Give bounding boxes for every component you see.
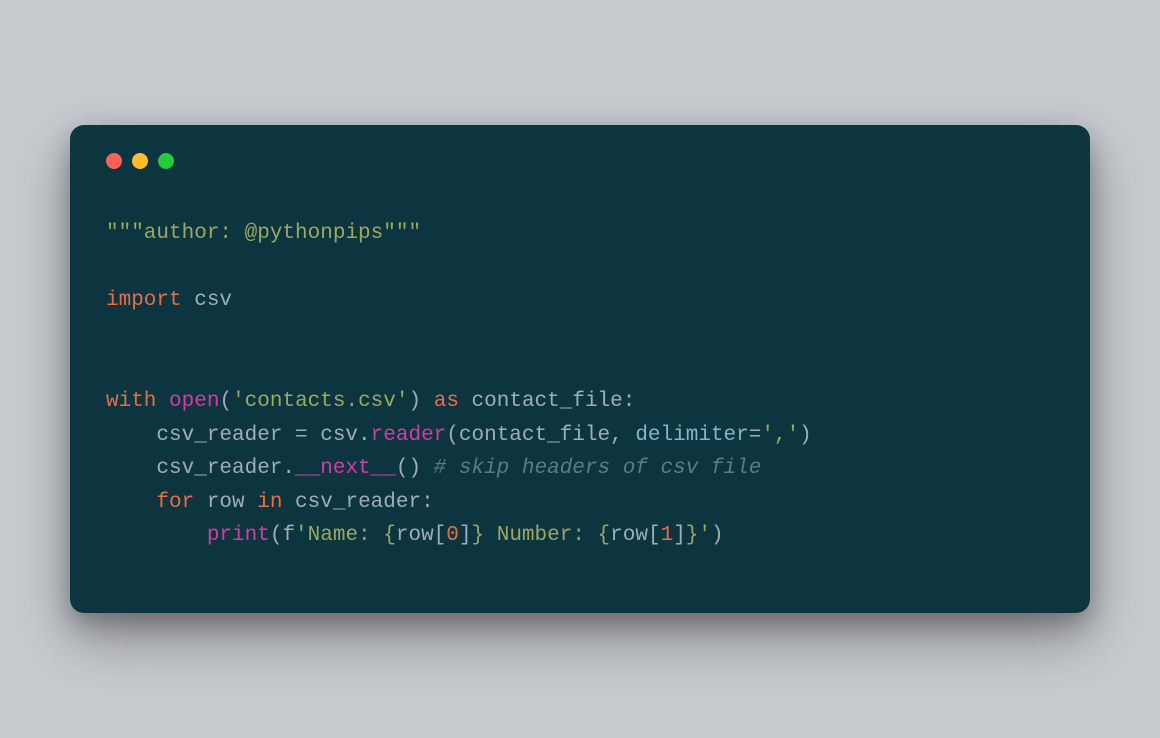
code-docstring: """author: @pythonpips""" bbox=[106, 222, 421, 245]
str-delimiter: ',' bbox=[761, 424, 799, 447]
var-contact-file: contact_file: bbox=[459, 390, 635, 413]
close-icon[interactable] bbox=[106, 153, 122, 169]
mod-csv: csv bbox=[182, 289, 232, 312]
code-window: """author: @pythonpips""" import csv wit… bbox=[70, 125, 1090, 613]
param-delimiter: delimiter bbox=[635, 424, 748, 447]
str-filename: 'contacts.csv' bbox=[232, 390, 408, 413]
kw-import: import bbox=[106, 289, 182, 312]
code-block: """author: @pythonpips""" import csv wit… bbox=[106, 217, 1054, 553]
traffic-lights bbox=[106, 153, 1054, 169]
minimize-icon[interactable] bbox=[132, 153, 148, 169]
num-1: 1 bbox=[661, 524, 674, 547]
fn-open: open bbox=[169, 390, 219, 413]
fn-print: print bbox=[207, 524, 270, 547]
kw-with: with bbox=[106, 390, 156, 413]
kw-as: as bbox=[434, 390, 459, 413]
comment-skip-headers: # skip headers of csv file bbox=[434, 457, 762, 480]
fn-reader: reader bbox=[371, 424, 447, 447]
num-0: 0 bbox=[446, 524, 459, 547]
fn-next: __next__ bbox=[295, 457, 396, 480]
kw-in: in bbox=[257, 491, 282, 514]
kw-for: for bbox=[156, 491, 194, 514]
maximize-icon[interactable] bbox=[158, 153, 174, 169]
